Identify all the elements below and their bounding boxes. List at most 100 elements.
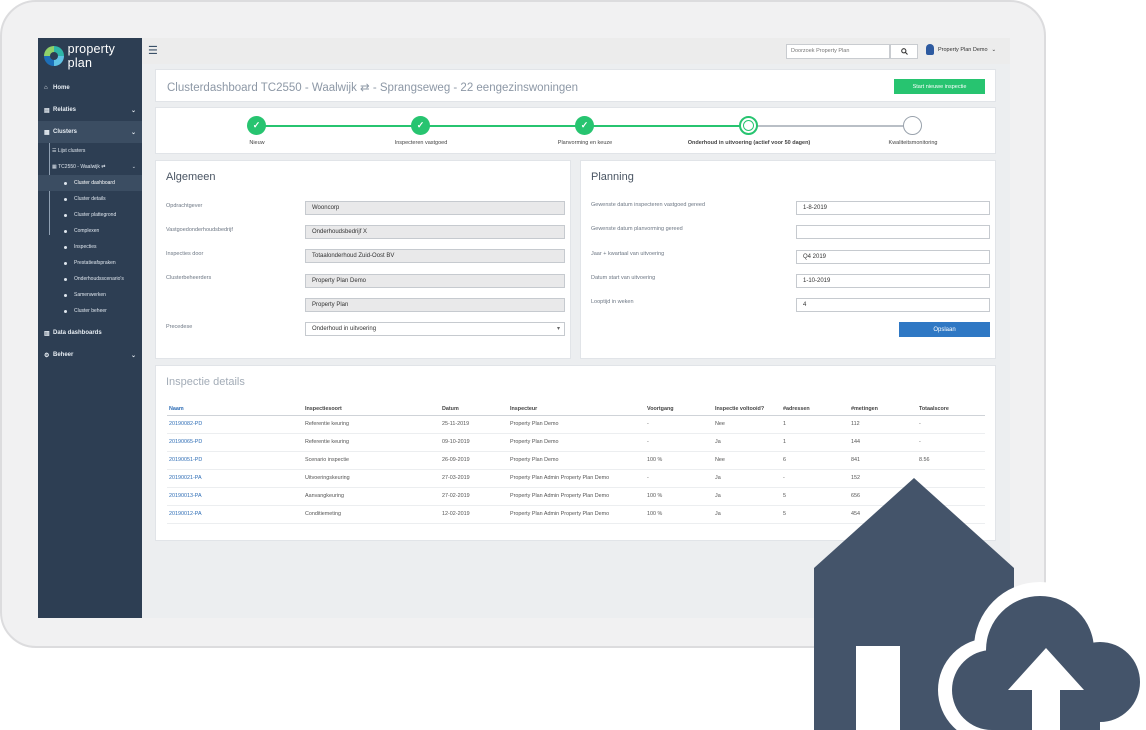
sidebar-item-relaties[interactable]: ▤ Relaties ⌄ — [38, 99, 142, 121]
inspection-link[interactable]: 20190082-PD — [167, 415, 303, 434]
step-done-icon[interactable]: ✓ — [411, 116, 430, 135]
inspection-link[interactable]: 20190012-PA — [167, 505, 303, 524]
gear-icon: ⚙ — [44, 352, 50, 359]
table-row[interactable]: 20190082-PD Referentie keuring 25-11-201… — [167, 415, 985, 434]
opdrachtgever-field[interactable]: Wooncorp — [305, 201, 565, 215]
sidebar-item-clusters[interactable]: ▦ Clusters ⌄ — [38, 121, 142, 143]
address-card-icon: ▤ — [44, 107, 50, 114]
chevron-down-icon: ⌄ — [130, 107, 136, 114]
table-cell: Referentie keuring — [303, 415, 440, 434]
sidebar-item-inspecties[interactable]: Inspecties — [38, 239, 142, 255]
search-button[interactable] — [890, 44, 918, 59]
table-cell: Property Plan Demo — [508, 433, 645, 452]
onderhoudsbedrijf-field[interactable]: Onderhoudsbedrijf X — [305, 225, 565, 239]
table-row[interactable]: 20190065-PD Referentie keuring 09-10-201… — [167, 433, 985, 452]
inspection-link[interactable]: 20190051-PD — [167, 451, 303, 470]
table-cell: 100 % — [645, 451, 713, 470]
search-input[interactable]: Doorzoek Property Plan — [786, 44, 890, 59]
table-cell: - — [645, 433, 713, 452]
quarter-field[interactable]: Q4 2019 — [796, 250, 990, 264]
table-cell: Property Plan Admin Property Plan Demo — [508, 487, 645, 506]
sidebar-item-label: TC2550 - Waalwijk ⇄ — [58, 164, 106, 170]
table-cell: Nee — [713, 451, 781, 470]
house-cloud-upload-icon — [814, 478, 1146, 730]
step-current-icon[interactable] — [739, 116, 758, 135]
step-label: Inspecteren vastgoed — [394, 140, 448, 146]
table-cell: 1 — [781, 433, 849, 452]
sidebar-item-label: Home — [53, 85, 70, 91]
clusterbeheerder-field[interactable]: Property Plan Demo — [305, 274, 565, 288]
step-label: Kwaliteitsmonitoring — [888, 140, 938, 146]
start-inspection-button[interactable]: Start nieuwe inspectie — [894, 79, 985, 94]
table-cell: Nee — [713, 415, 781, 434]
table-cell: Aanvangkeuring — [303, 487, 440, 506]
chevron-down-icon: ⌄ — [991, 46, 997, 53]
column-header[interactable]: Inspectie voltooid? — [713, 403, 781, 416]
field-label: Gewenste datum planvorming gereed — [591, 226, 683, 232]
field-label: Clusterbeheerders — [166, 275, 212, 281]
sidebar-item-label: Beheer — [53, 352, 74, 358]
duration-field[interactable]: 4 — [796, 298, 990, 312]
chart-icon: ▥ — [44, 330, 50, 337]
column-header[interactable]: #adressen — [781, 403, 849, 416]
cluster-icon: ▦ — [44, 129, 50, 136]
table-header-row: Naam Inspectiesoort Datum Inspecteur Voo… — [167, 403, 985, 416]
table-row[interactable]: 20190051-PD Scenario inspectie 26-09-201… — [167, 451, 985, 470]
precedence-select[interactable]: Onderhoud in uitvoering — [305, 322, 565, 336]
sidebar-item-cluster-beheer[interactable]: Cluster beheer — [38, 303, 142, 319]
date-inspection-field[interactable]: 1-8-2019 — [796, 201, 990, 215]
inspection-link[interactable]: 20190065-PD — [167, 433, 303, 452]
sidebar-item-samenwerken[interactable]: Samenwerken — [38, 287, 142, 303]
menu-toggle-icon[interactable]: ☰ — [148, 44, 158, 57]
field-label: Precedese — [166, 324, 193, 330]
clusterbeheerder-field-2[interactable]: Property Plan — [305, 298, 565, 312]
brand-logo[interactable]: property plan — [38, 38, 142, 74]
step-todo-icon[interactable] — [903, 116, 922, 135]
table-cell: Scenario inspectie — [303, 451, 440, 470]
sidebar-item-cluster-details[interactable]: Cluster details — [38, 191, 142, 207]
sidebar-item-home[interactable]: ⌂ Home — [38, 77, 142, 99]
sidebar-item-data-dashboards[interactable]: ▥ Data dashboards — [38, 322, 142, 344]
step-label-current: Onderhoud in uitvoering (actief voor 50 … — [687, 140, 811, 146]
table-cell: Conditiemeting — [303, 505, 440, 524]
user-menu[interactable]: Property Plan Demo ⌄ — [926, 44, 996, 55]
column-header[interactable]: #metingen — [849, 403, 917, 416]
sidebar-item-complexen[interactable]: Complexen — [38, 223, 142, 239]
table-cell: Property Plan Admin Property Plan Demo — [508, 469, 645, 488]
field-label: Inspecties door — [166, 251, 204, 257]
sidebar-item-beheer[interactable]: ⚙ Beheer ⌄ — [38, 344, 142, 366]
table-cell: Uitvoeringskeuring — [303, 469, 440, 488]
table-cell: Ja — [713, 487, 781, 506]
sidebar-item-lijst-clusters[interactable]: ☰ Lijst clusters — [38, 143, 142, 159]
field-label: Jaar + kwartaal van uitvoering — [591, 251, 665, 257]
start-date-field[interactable]: 1-10-2019 — [796, 274, 990, 288]
step-done-icon[interactable]: ✓ — [575, 116, 594, 135]
chevron-down-icon: ⌄ — [131, 164, 136, 170]
sidebar-item-cluster-dashboard[interactable]: Cluster dashboard — [38, 175, 142, 191]
sidebar-item-cluster-plattegrond[interactable]: Cluster plattegrond — [38, 207, 142, 223]
column-header[interactable]: Naam — [167, 403, 303, 416]
sidebar-item-prestatieafspraken[interactable]: Prestatieafspraken — [38, 255, 142, 271]
step-done-icon[interactable]: ✓ — [247, 116, 266, 135]
column-header[interactable]: Datum — [440, 403, 508, 416]
column-header[interactable]: Inspecteur — [508, 403, 645, 416]
inspection-link[interactable]: 20190021-PA — [167, 469, 303, 488]
sidebar-item-onderhoudsscenarios[interactable]: Onderhoudsscenario's — [38, 271, 142, 287]
field-label: Datum start van uitvoering — [591, 275, 656, 281]
sidebar-item-current-cluster[interactable]: ▦ TC2550 - Waalwijk ⇄ ⌄ — [38, 159, 142, 175]
inspection-link[interactable]: 20190013-PA — [167, 487, 303, 506]
progress-steps: ✓ ✓ ✓ Nieuw Inspecteren vastgoed Planvor… — [155, 107, 996, 154]
column-header[interactable]: Voortgang — [645, 403, 713, 416]
date-planning-field[interactable] — [796, 225, 990, 239]
inspecties-door-field[interactable]: Totaalonderhoud Zuid-Oost BV — [305, 249, 565, 263]
step-line-todo — [748, 125, 912, 127]
table-cell: 27-02-2019 — [440, 487, 508, 506]
column-header[interactable]: Inspectiesoort — [303, 403, 440, 416]
table-cell: 841 — [849, 451, 917, 470]
logo-icon — [44, 46, 64, 66]
column-header[interactable]: Totaalscore — [917, 403, 985, 416]
save-button[interactable]: Opslaan — [899, 322, 990, 337]
table-cell: Property Plan Admin Property Plan Demo — [508, 505, 645, 524]
field-label: Looptijd in weken — [591, 299, 634, 305]
table-cell: 8.56 — [917, 451, 985, 470]
